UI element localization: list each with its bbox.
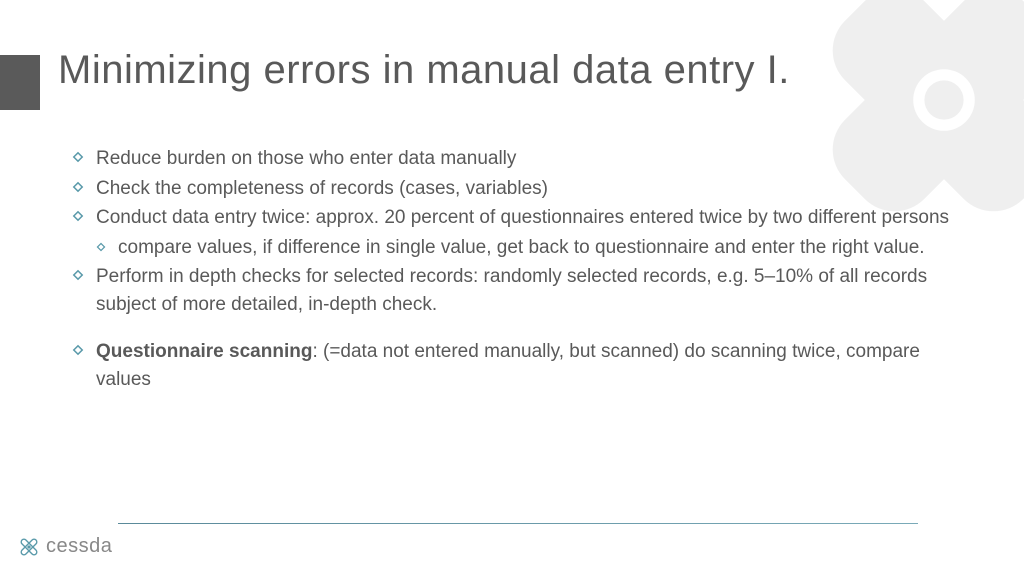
bullet-item: Questionnaire scanning: (=data not enter… (72, 338, 952, 393)
slide-content: Reduce burden on those who enter data ma… (72, 145, 952, 395)
bullet-item: Check the completeness of records (cases… (72, 175, 952, 203)
bullet-list: Reduce burden on those who enter data ma… (72, 145, 952, 393)
footer-divider (118, 523, 918, 524)
bullet-item: Perform in depth checks for selected rec… (72, 263, 952, 318)
logo-text: cessda (46, 535, 112, 558)
logo: cessda (18, 535, 112, 558)
bullet-item: Reduce burden on those who enter data ma… (72, 145, 952, 173)
slide-title: Minimizing errors in manual data entry I… (58, 48, 790, 93)
logo-icon (18, 536, 40, 558)
bullet-item: Conduct data entry twice: approx. 20 per… (72, 204, 952, 232)
bullet-item: compare values, if difference in single … (96, 234, 952, 262)
title-accent-bar (0, 55, 40, 110)
